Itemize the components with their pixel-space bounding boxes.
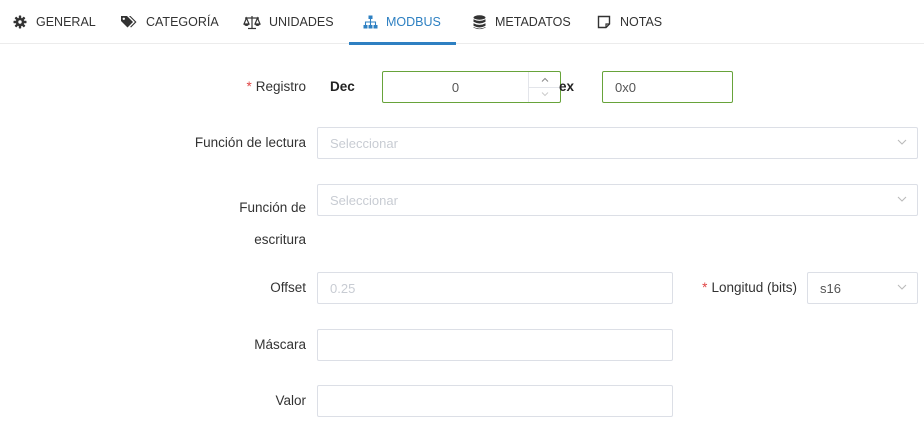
longitud-label-text: Longitud (bits) bbox=[711, 280, 797, 295]
chevron-up-icon bbox=[541, 77, 548, 82]
balance-scale-icon bbox=[243, 14, 261, 30]
chevron-down-icon bbox=[541, 92, 548, 97]
required-mark: * bbox=[702, 280, 708, 295]
valor-label: Valor bbox=[275, 393, 306, 408]
longitud-label: * Longitud (bits) bbox=[702, 280, 797, 295]
tab-label: MODBUS bbox=[386, 15, 441, 29]
chevron-down-icon bbox=[897, 196, 907, 202]
hex-label: ex bbox=[559, 79, 575, 94]
tab-bar: GENERAL CATEGORÍA UNIDADES MODBUS METADA… bbox=[0, 0, 924, 45]
tab-label: NOTAS bbox=[620, 15, 663, 29]
dec-stepper bbox=[528, 72, 560, 102]
funcion-lectura-select[interactable]: Seleccionar bbox=[317, 127, 918, 159]
offset-placeholder: 0.25 bbox=[330, 280, 356, 296]
registro-hex-value: 0x0 bbox=[615, 79, 636, 95]
mascara-input[interactable] bbox=[317, 329, 673, 361]
tab-label: CATEGORÍA bbox=[146, 15, 219, 29]
valor-input[interactable] bbox=[317, 385, 673, 417]
registro-dec-value: 0 bbox=[451, 79, 460, 95]
registro-hex-input[interactable]: 0x0 bbox=[602, 71, 733, 103]
gear-icon bbox=[12, 14, 28, 30]
tab-notas[interactable]: NOTAS bbox=[596, 0, 662, 44]
funcion-escritura-label-line2: escritura bbox=[254, 232, 306, 247]
funcion-lectura-label: Función de lectura bbox=[194, 135, 306, 150]
longitud-value: s16 bbox=[820, 280, 841, 296]
tab-general[interactable]: GENERAL bbox=[12, 0, 96, 44]
offset-input[interactable]: 0.25 bbox=[317, 272, 673, 304]
funcion-escritura-select[interactable]: Seleccionar bbox=[317, 184, 918, 216]
increment-button[interactable] bbox=[529, 72, 560, 87]
database-icon bbox=[471, 14, 487, 30]
tags-icon bbox=[120, 14, 138, 30]
tab-unidades[interactable]: UNIDADES bbox=[243, 0, 334, 44]
offset-label: Offset bbox=[270, 280, 306, 295]
chevron-down-icon bbox=[897, 139, 907, 145]
registro-label-text: Registro bbox=[255, 79, 306, 94]
registro-label: * Registro bbox=[246, 79, 306, 94]
funcion-escritura-label: Función de escritura bbox=[239, 192, 306, 256]
longitud-select[interactable]: s16 bbox=[807, 272, 918, 304]
dec-label: Dec bbox=[330, 79, 355, 94]
tab-label: GENERAL bbox=[36, 15, 96, 29]
sitemap-icon bbox=[362, 14, 378, 30]
mascara-label: Máscara bbox=[254, 337, 306, 352]
tab-metadatos[interactable]: METADATOS bbox=[471, 0, 571, 44]
required-mark: * bbox=[246, 79, 252, 94]
chevron-down-icon bbox=[897, 284, 907, 290]
note-icon bbox=[596, 14, 612, 30]
tab-categoria[interactable]: CATEGORÍA bbox=[120, 0, 219, 44]
funcion-lectura-placeholder: Seleccionar bbox=[330, 135, 398, 151]
decrement-button[interactable] bbox=[529, 86, 560, 103]
funcion-escritura-label-line1: Función de bbox=[239, 200, 306, 215]
registro-dec-input[interactable]: 0 bbox=[382, 71, 561, 103]
tab-label: METADATOS bbox=[495, 15, 571, 29]
funcion-escritura-placeholder: Seleccionar bbox=[330, 192, 398, 208]
tab-modbus[interactable]: MODBUS bbox=[349, 0, 456, 45]
tab-label: UNIDADES bbox=[269, 15, 334, 29]
